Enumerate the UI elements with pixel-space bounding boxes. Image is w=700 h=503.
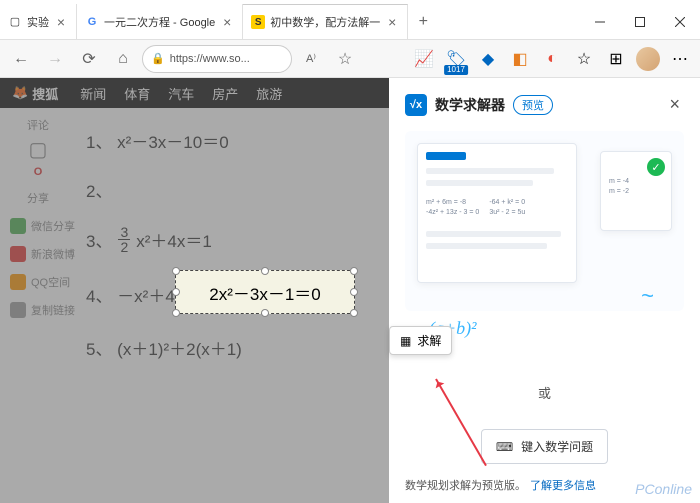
learn-more-link[interactable]: 了解更多信息 — [530, 477, 596, 493]
page-header: 🦊搜狐 新闻 体育 汽车 房产 旅游 — [0, 78, 389, 108]
ext-3-icon[interactable]: ◐ — [538, 45, 566, 73]
tab-2-close-icon[interactable]: × — [385, 15, 399, 29]
comment-icon: ▢ — [27, 137, 49, 162]
handle-w[interactable] — [172, 288, 180, 296]
solve-button[interactable]: ▦ 求解 — [389, 326, 452, 355]
handle-se[interactable] — [350, 309, 358, 317]
lock-icon: 🔒 — [151, 52, 165, 65]
qq-icon — [10, 274, 26, 290]
handle-sw[interactable] — [172, 309, 180, 317]
type-problem-label: 键入数学问题 — [521, 438, 593, 455]
content: 🦊搜狐 新闻 体育 汽车 房产 旅游 评论 ▢ O 分享 微信分享 新浪微博 Q… — [0, 78, 700, 503]
tab-strip: ▢ 实验 × G 一元二次方程 - Google × S 初中数学，配方法解一 … — [0, 4, 580, 39]
handle-n[interactable] — [261, 267, 269, 275]
handle-ne[interactable] — [350, 267, 358, 275]
math-solver-icon: √x — [405, 94, 427, 116]
math-solver-panel: √x 数学求解器 预览 × m² + 6m = -8 -4z² + 13z - … — [389, 78, 700, 503]
home-button[interactable]: ⌂ — [108, 44, 138, 74]
url-text: https://www.so... — [170, 53, 250, 65]
ext-2-icon[interactable]: ◧ — [506, 45, 534, 73]
nav-auto[interactable]: 汽车 — [168, 84, 194, 103]
selection-box[interactable]: 2x²－3x－1＝0 — [175, 270, 355, 314]
math-solver-toolbar-icon[interactable]: 📈 — [410, 45, 438, 73]
address-bar[interactable]: 🔒 https://www.so... — [142, 45, 292, 73]
check-icon: ✓ — [647, 158, 665, 176]
equation-5: 5、 (x＋1)²＋2(x＋1) — [86, 321, 379, 374]
wechat-icon — [10, 218, 26, 234]
illus-side-card: ✓ m = -4 m = -2 — [600, 151, 672, 231]
sohu-logo[interactable]: 🦊搜狐 — [0, 84, 70, 103]
share-label: 分享 — [27, 186, 49, 210]
titlebar: ▢ 实验 × G 一元二次方程 - Google × S 初中数学，配方法解一 … — [0, 0, 700, 40]
collections-icon[interactable]: ⊞ — [602, 45, 630, 73]
keyboard-icon: ⌨ — [496, 440, 513, 454]
ext-1-icon[interactable]: ◆ — [474, 45, 502, 73]
tab-2-label: 初中数学，配方法解一 — [270, 14, 380, 30]
page-nav: 新闻 体育 汽车 房产 旅游 — [80, 84, 282, 103]
minimize-button[interactable] — [580, 4, 620, 39]
panel-header: √x 数学求解器 预览 × — [405, 90, 684, 119]
favorite-icon[interactable]: ☆ — [330, 44, 360, 74]
handle-nw[interactable] — [172, 267, 180, 275]
preview-tag: 预览 — [513, 95, 553, 115]
nav-news[interactable]: 新闻 — [80, 84, 106, 103]
handle-s[interactable] — [261, 309, 269, 317]
nav-sports[interactable]: 体育 — [124, 84, 150, 103]
sohu-icon: S — [251, 15, 265, 29]
tab-0-icon: ▢ — [8, 15, 22, 29]
favorites-icon[interactable]: ☆ — [570, 45, 598, 73]
page-sidebar: 评论 ▢ O 分享 微信分享 新浪微博 QQ空间 复制链接 — [0, 78, 76, 503]
tab-0-close-icon[interactable]: × — [54, 15, 68, 29]
copy-icon — [10, 302, 26, 318]
forward-button[interactable]: → — [40, 44, 70, 74]
share-copy[interactable]: 复制链接 — [0, 298, 76, 322]
read-aloud-icon[interactable]: A⁾ — [296, 44, 326, 74]
avatar[interactable] — [634, 45, 662, 73]
equation-1: 1、 x²－3x－10＝0 — [86, 114, 379, 167]
nav-travel[interactable]: 旅游 — [256, 84, 282, 103]
equation-2: 2、 — [86, 167, 379, 211]
back-button[interactable]: ← — [6, 44, 36, 74]
comment-count: O — [27, 166, 49, 178]
type-problem-button[interactable]: ⌨ 键入数学问题 — [481, 429, 608, 464]
tab-2[interactable]: S 初中数学，配方法解一 × — [243, 4, 408, 39]
google-icon: G — [85, 15, 99, 29]
selected-equation: 2x²－3x－1＝0 — [209, 280, 320, 305]
panel-title: 数学求解器 — [435, 95, 505, 115]
share-wechat[interactable]: 微信分享 — [0, 214, 76, 238]
watermark: PConline — [635, 481, 692, 497]
weibo-icon — [10, 246, 26, 262]
tab-1-label: 一元二次方程 - Google — [104, 14, 215, 30]
close-button[interactable] — [660, 4, 700, 39]
solve-icon: ▦ — [400, 334, 411, 348]
tab-0[interactable]: ▢ 实验 × — [0, 4, 77, 39]
toolbar: ← → ⟳ ⌂ 🔒 https://www.so... A⁾ ☆ 📈 🏷 101… — [0, 40, 700, 78]
illus-main-card: m² + 6m = -8 -4z² + 13z - 3 = 0 -64 + k²… — [417, 143, 577, 283]
window-controls — [580, 4, 700, 39]
solve-label: 求解 — [417, 332, 441, 349]
menu-icon[interactable]: ⋯ — [666, 45, 694, 73]
footer-text: 数学规划求解为预览版。 — [405, 477, 526, 493]
share-qq[interactable]: QQ空间 — [0, 270, 76, 294]
refresh-button[interactable]: ⟳ — [74, 44, 104, 74]
panel-close-icon[interactable]: × — [665, 90, 684, 119]
comment-section[interactable]: 评论 ▢ O — [27, 113, 49, 182]
shopping-badge: 1017 — [444, 65, 468, 75]
tilde-decoration: ~ — [641, 283, 654, 309]
shopping-icon[interactable]: 🏷 1017 — [442, 45, 470, 73]
maximize-button[interactable] — [620, 4, 660, 39]
tab-1[interactable]: G 一元二次方程 - Google × — [77, 4, 243, 39]
tab-0-label: 实验 — [27, 14, 49, 30]
new-tab-button[interactable]: + — [408, 4, 438, 39]
tab-1-close-icon[interactable]: × — [220, 15, 234, 29]
handle-e[interactable] — [350, 288, 358, 296]
share-weibo[interactable]: 新浪微博 — [0, 242, 76, 266]
equation-3: 3、 32 x²＋4x＝1 — [86, 211, 379, 268]
nav-house[interactable]: 房产 — [212, 84, 238, 103]
